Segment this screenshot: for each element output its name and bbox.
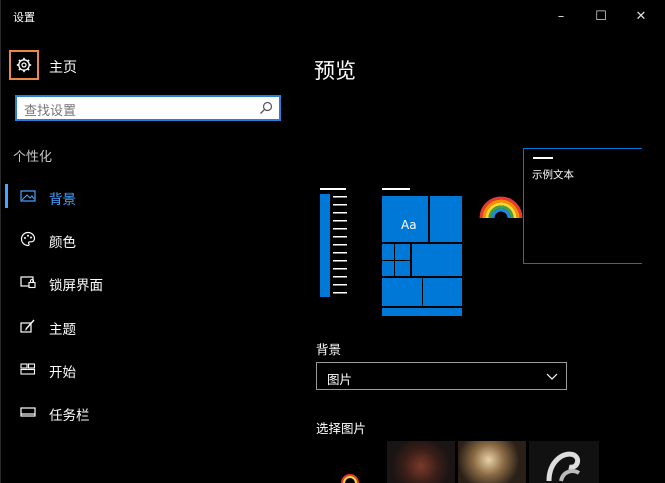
home-button[interactable] — [9, 50, 39, 80]
background-type-dropdown[interactable]: 图片 — [316, 362, 567, 390]
sample-text: 示例文本 — [532, 169, 574, 181]
preview-start-list — [319, 188, 349, 298]
page-title: 预览 — [314, 59, 356, 83]
sidebar-item-themes[interactable]: 主题 — [1, 310, 291, 342]
chevron-down-icon — [546, 373, 558, 380]
preview-sample-window: 示例文本 — [523, 148, 642, 264]
sidebar-item-background[interactable]: 背景 — [1, 180, 291, 212]
active-indicator — [5, 184, 8, 208]
picture-thumbnails — [316, 441, 600, 483]
search-icon[interactable] — [259, 101, 273, 115]
thumbnail-rainbow[interactable] — [316, 441, 384, 483]
desktop-preview: Aa 示例文本 — [316, 145, 642, 320]
search-field[interactable]: 查找设置 — [15, 95, 281, 121]
sidebar-item-label: 任务栏 — [49, 408, 90, 424]
section-title: 个性化 — [13, 150, 53, 165]
title-bar: 设置 – ☐ ✕ — [1, 0, 665, 32]
choose-picture-label: 选择图片 — [316, 421, 367, 436]
thumbnail-photo-2[interactable] — [387, 441, 455, 483]
dropdown-value: 图片 — [327, 372, 353, 387]
search-placeholder: 查找设置 — [24, 104, 77, 119]
preview-tiles: Aa — [382, 188, 464, 318]
theme-brush-icon — [20, 319, 35, 333]
sidebar-item-lock-screen[interactable]: 锁屏界面 — [1, 266, 291, 298]
palette-icon — [20, 231, 36, 247]
settings-window: 设置 – ☐ ✕ 主页 查找设置 个性化 背景 颜色 锁屏界面 主题 开始 任务… — [0, 0, 665, 483]
sidebar-item-label: 颜色 — [49, 235, 76, 251]
background-label: 背景 — [316, 342, 342, 357]
picture-icon — [20, 190, 36, 202]
lock-screen-icon — [20, 276, 36, 289]
thumbnail-photo-4[interactable] — [529, 441, 599, 483]
sidebar-item-color[interactable]: 颜色 — [1, 223, 291, 255]
maximize-button[interactable]: ☐ — [582, 0, 620, 32]
preview-tile-text: Aa — [401, 218, 417, 232]
minimize-button[interactable]: – — [542, 0, 580, 32]
window-title: 设置 — [13, 11, 35, 24]
thumbnail-photo-3[interactable] — [458, 441, 526, 483]
swirl-image — [546, 451, 581, 482]
rainbow-thumbnail-icon — [341, 474, 359, 483]
sidebar-item-label: 背景 — [49, 192, 76, 208]
sidebar-item-label: 主题 — [49, 322, 76, 338]
taskbar-icon — [20, 407, 36, 417]
start-tiles-icon — [20, 363, 36, 375]
rainbow-image — [479, 196, 523, 219]
home-label[interactable]: 主页 — [49, 57, 77, 77]
minimize-icon: – — [557, 8, 565, 24]
close-button[interactable]: ✕ — [622, 0, 660, 32]
sidebar-item-label: 开始 — [49, 365, 76, 381]
gear-icon — [16, 57, 32, 73]
sidebar-item-start[interactable]: 开始 — [1, 353, 291, 385]
close-icon: ✕ — [635, 8, 647, 24]
sidebar-item-label: 锁屏界面 — [49, 278, 103, 294]
sidebar-item-taskbar[interactable]: 任务栏 — [1, 396, 291, 428]
maximize-icon: ☐ — [595, 8, 607, 24]
